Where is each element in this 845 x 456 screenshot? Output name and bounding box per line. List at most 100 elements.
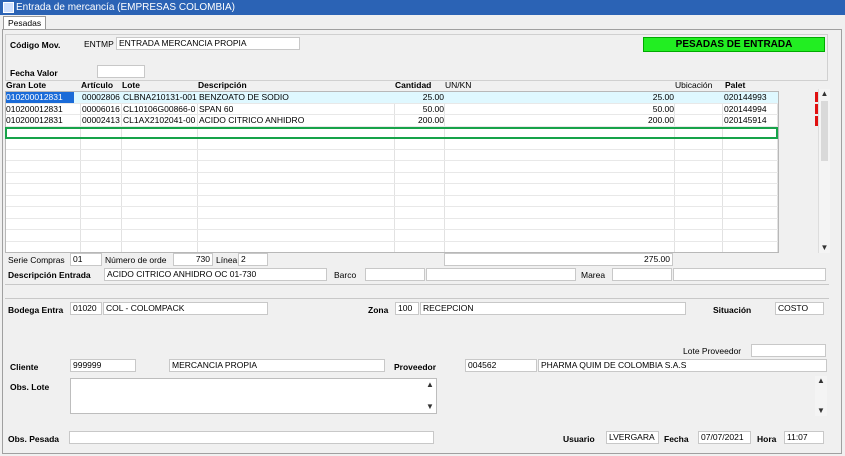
barco-code-field[interactable] (365, 268, 425, 281)
cell-lote[interactable]: CLBNA210131-001 (123, 92, 198, 103)
cell-palet[interactable]: 020145914 (724, 115, 778, 126)
bodega-entrada-label: Bodega Entra (8, 305, 64, 315)
cell-gran-lote[interactable]: 010200012831 (6, 104, 80, 115)
marea-code-field[interactable] (612, 268, 672, 281)
col-header-un-kn[interactable]: UN/KN (445, 80, 471, 90)
cell-palet[interactable]: 020144993 (724, 92, 778, 103)
tab-pesadas[interactable]: Pesadas (3, 16, 47, 30)
cell-un-kn[interactable]: 50.00 (446, 104, 674, 115)
total-field: 275.00 (444, 253, 673, 266)
usuario-field[interactable]: LVERGARA (606, 431, 659, 444)
cell-descripcion[interactable]: ACIDO CITRICO ANHIDRO (199, 115, 394, 126)
cell-cantidad[interactable]: 50.00 (396, 104, 444, 115)
zona-name-field[interactable]: RECEPCION (420, 302, 686, 315)
hora-label: Hora (757, 434, 777, 444)
cell-lote[interactable]: CL10106G00866-0 (123, 104, 198, 115)
scroll-down-arrow-icon[interactable]: ▼ (819, 243, 830, 253)
cliente-label: Cliente (10, 362, 39, 372)
cell-un-kn[interactable]: 200.00 (446, 115, 674, 126)
cell-cantidad[interactable]: 200.00 (396, 115, 444, 126)
fecha-field[interactable]: 07/07/2021 (698, 431, 751, 444)
zona-code-field[interactable]: 100 (395, 302, 419, 315)
fecha-valor-label: Fecha Valor (10, 68, 58, 78)
section-divider (5, 298, 829, 299)
linea-label: Línea (216, 255, 238, 265)
new-row-editor[interactable] (5, 127, 778, 139)
app-window-icon (3, 2, 14, 13)
bodega-name-field[interactable]: COL - COLOMPACK (103, 302, 268, 315)
table-row[interactable] (6, 161, 778, 173)
table-row[interactable] (6, 184, 778, 196)
obs-pesada-label: Obs. Pesada (8, 434, 60, 444)
pesadas-grid[interactable]: 010200012831 00002806 CLBNA210131-001 BE… (5, 91, 779, 253)
table-row[interactable] (6, 150, 778, 161)
fecha-valor-field[interactable] (97, 65, 145, 78)
table-row[interactable] (6, 138, 778, 150)
scroll-down-arrow-icon[interactable]: ▼ (815, 406, 827, 416)
col-header-articulo[interactable]: Artículo (81, 80, 113, 90)
bodega-code-field[interactable]: 01020 (70, 302, 102, 315)
cell-un-kn[interactable]: 25.00 (446, 92, 674, 103)
cell-gran-lote[interactable]: 010200012831 (6, 92, 74, 103)
cell-lote[interactable]: CL1AX2102041-00 (123, 115, 198, 126)
marea-label: Marea (581, 270, 606, 280)
cell-articulo[interactable]: 00002806 (82, 92, 122, 103)
table-row[interactable] (6, 196, 778, 207)
table-row[interactable] (6, 242, 778, 253)
usuario-label: Usuario (563, 434, 595, 444)
codigo-mov-code: ENTMP (84, 39, 114, 49)
cell-descripcion[interactable]: BENZOATO DE SODIO (199, 92, 394, 103)
scroll-up-arrow-icon[interactable]: ▲ (425, 380, 435, 390)
scroll-up-arrow-icon[interactable]: ▲ (819, 89, 830, 99)
barco-name-field[interactable] (426, 268, 576, 281)
descripcion-entrada-field[interactable]: ACIDO CITRICO ANHIDRO OC 01-730 (104, 268, 327, 281)
lote-proveedor-label: Lote Proveedor (683, 346, 742, 356)
table-row[interactable] (6, 219, 778, 230)
table-row[interactable] (6, 230, 778, 242)
descripcion-entrada-label: Descripción Entrada (8, 270, 91, 280)
obs-lote-textarea[interactable]: ▲ ▼ (70, 378, 437, 414)
hora-field[interactable]: 11:07 (784, 431, 824, 444)
marea-name-field[interactable] (673, 268, 826, 281)
scroll-thumb[interactable] (821, 101, 828, 161)
pesadas-entrada-badge: PESADAS DE ENTRADA (643, 37, 825, 52)
table-row[interactable]: 010200012831 00002413 CL1AX2102041-00 AC… (6, 115, 778, 127)
table-row[interactable] (6, 207, 778, 219)
cell-gran-lote[interactable]: 010200012831 (6, 115, 80, 126)
col-header-ubicacion[interactable]: Ubicación (675, 80, 712, 90)
col-header-cantidad[interactable]: Cantidad (395, 80, 431, 90)
proveedor-code-field[interactable]: 004562 (465, 359, 537, 372)
cell-palet[interactable]: 020144994 (724, 104, 778, 115)
cliente-code-field[interactable]: 999999 (70, 359, 136, 372)
cell-articulo[interactable]: 00006016 (82, 104, 122, 115)
lote-proveedor-field[interactable] (751, 344, 826, 357)
grid-scrollbar[interactable]: ▲ ▼ (818, 89, 830, 253)
col-header-descripcion[interactable]: Descripción (198, 80, 247, 90)
window-titlebar[interactable]: Entrada de mercancía (EMPRESAS COLOMBIA) (0, 0, 845, 15)
codigo-mov-desc-field[interactable]: ENTRADA MERCANCIA PROPIA (116, 37, 300, 50)
scroll-down-arrow-icon[interactable]: ▼ (425, 402, 435, 412)
serie-compras-label: Serie Compras (8, 255, 65, 265)
situacion-field[interactable]: COSTO (775, 302, 824, 315)
cell-cantidad[interactable]: 25.00 (396, 92, 444, 103)
col-header-lote[interactable]: Lote (122, 80, 140, 90)
numero-orden-field[interactable]: 730 (173, 253, 213, 266)
obs-lote-label: Obs. Lote (10, 382, 50, 392)
scroll-up-arrow-icon[interactable]: ▲ (815, 376, 827, 386)
cliente-name-field[interactable]: MERCANCIA PROPIA (169, 359, 385, 372)
table-row[interactable]: 010200012831 00002806 CLBNA210131-001 BE… (6, 92, 778, 104)
serie-compras-field[interactable]: 01 (70, 253, 102, 266)
col-header-gran-lote[interactable]: Gran Lote (6, 80, 46, 90)
obs-pesada-field[interactable] (69, 431, 434, 444)
proveedor-label: Proveedor (394, 362, 437, 372)
barco-label: Barco (334, 270, 357, 280)
obs-lote-scrollbar[interactable]: ▲ ▼ (815, 376, 827, 416)
table-row[interactable] (6, 173, 778, 184)
cell-articulo[interactable]: 00002413 (82, 115, 122, 126)
table-row[interactable]: 010200012831 00006016 CL10106G00866-0 SP… (6, 104, 778, 115)
cell-descripcion[interactable]: SPAN 60 (199, 104, 394, 115)
proveedor-name-field[interactable]: PHARMA QUIM DE COLOMBIA S.A.S (538, 359, 827, 372)
col-header-palet[interactable]: Palet (725, 80, 745, 90)
linea-field[interactable]: 2 (238, 253, 268, 266)
codigo-mov-label: Código Mov. (10, 40, 61, 50)
